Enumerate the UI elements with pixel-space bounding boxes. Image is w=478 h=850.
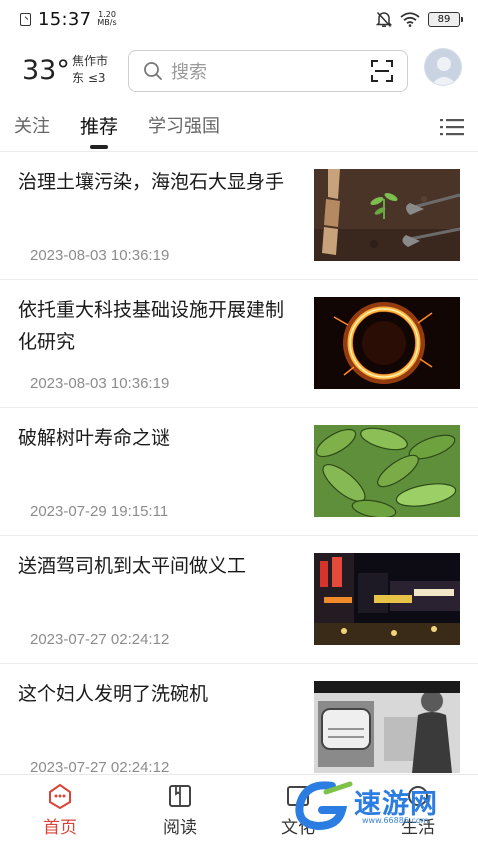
news-list: 治理土壤污染，海泡石大显身手 2023-08-03 10:36:19 依托重大科… xyxy=(0,152,478,792)
news-item[interactable]: 依托重大科技基础设施开展建制化研究 2023-08-03 10:36:19 xyxy=(0,280,478,408)
news-item[interactable]: 送酒驾司机到太平间做义工 2023-07-27 02:24:12 xyxy=(0,536,478,664)
book-icon xyxy=(169,785,191,807)
mute-bell-icon xyxy=(376,11,392,27)
city-name: 焦作市 xyxy=(72,54,109,68)
news-thumbnail[interactable] xyxy=(314,169,460,261)
channel-menu-icon[interactable] xyxy=(440,117,464,137)
night-street-image xyxy=(314,553,460,645)
news-title[interactable]: 这个妇人发明了洗碗机 xyxy=(18,678,300,710)
news-thumbnail[interactable] xyxy=(314,553,460,645)
network-speed-unit: MB/s xyxy=(97,18,117,27)
scan-icon[interactable] xyxy=(371,60,393,82)
nav-read-label: 阅读 xyxy=(163,818,197,838)
news-thumbnail[interactable] xyxy=(314,297,460,389)
soil-plant-image xyxy=(314,169,460,261)
user-avatar-icon xyxy=(431,57,457,85)
status-bar: 15:37 1.20 MB/s 89 xyxy=(0,0,478,38)
no-sim-icon xyxy=(20,12,31,26)
news-date: 2023-07-27 02:24:12 xyxy=(30,631,170,648)
news-title[interactable]: 治理土壤污染，海泡石大显身手 xyxy=(18,166,300,198)
network-speed: 1.20 MB/s xyxy=(97,11,116,27)
user-avatar[interactable] xyxy=(424,48,462,86)
news-date: 2023-07-29 19:15:11 xyxy=(30,503,169,520)
search-placeholder: 搜索 xyxy=(171,62,207,83)
tab-recommend[interactable]: 推荐 xyxy=(80,102,118,152)
news-thumbnail[interactable] xyxy=(314,681,460,773)
nav-home[interactable]: 首页 xyxy=(30,783,90,838)
news-thumbnail[interactable] xyxy=(314,425,460,517)
news-item[interactable]: 治理土壤污染，海泡石大显身手 2023-08-03 10:36:19 xyxy=(0,152,478,280)
wind-level: 东 ≤3 xyxy=(72,71,106,85)
news-title[interactable]: 送酒驾司机到太平间做义工 xyxy=(18,550,300,582)
news-date: 2023-08-03 10:36:19 xyxy=(30,247,170,264)
news-title[interactable]: 破解树叶寿命之谜 xyxy=(18,422,300,454)
nav-read[interactable]: 阅读 xyxy=(150,783,210,838)
news-title[interactable]: 依托重大科技基础设施开展建制化研究 xyxy=(18,294,300,358)
tab-follow[interactable]: 关注 xyxy=(14,102,50,152)
weather-temperature[interactable]: 33° xyxy=(22,55,70,86)
home-icon xyxy=(49,783,71,809)
search-icon xyxy=(144,62,162,80)
top-header: 33° 焦作市 东 ≤3 搜索 xyxy=(0,38,478,102)
news-date: 2023-08-03 10:36:19 xyxy=(30,375,170,392)
channel-tabs: 关注 推荐 学习强国 xyxy=(0,102,478,152)
news-item[interactable]: 这个妇人发明了洗碗机 2023-07-27 02:24:12 xyxy=(0,664,478,792)
battery-indicator: 89 xyxy=(428,11,463,27)
news-item[interactable]: 破解树叶寿命之谜 2023-07-29 19:15:11 xyxy=(0,408,478,536)
weather-location[interactable]: 焦作市 东 ≤3 xyxy=(72,53,118,87)
status-time: 15:37 xyxy=(38,8,92,30)
tab-xuexi-qiangguo[interactable]: 学习强国 xyxy=(148,102,220,152)
fire-ring-image xyxy=(314,297,460,389)
nav-home-label: 首页 xyxy=(43,818,77,838)
watermark-url: www.66886.com xyxy=(362,816,429,825)
watermark: 速游网 www.66886.com xyxy=(292,778,472,832)
watermark-logo-icon xyxy=(295,781,353,831)
dishwasher-inventor-image xyxy=(314,681,460,773)
wifi-icon xyxy=(400,11,420,27)
search-bar[interactable]: 搜索 xyxy=(128,50,408,92)
leaves-image xyxy=(314,425,460,517)
